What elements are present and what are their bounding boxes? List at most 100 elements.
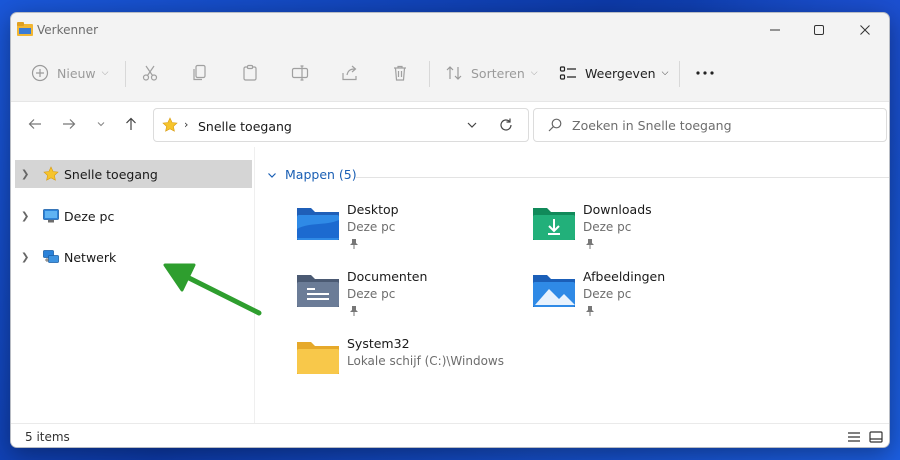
folder-name: Documenten xyxy=(347,269,428,284)
nav-item-quick-access[interactable]: ❯ Snelle toegang xyxy=(15,160,252,188)
chevron-right-icon[interactable]: ❯ xyxy=(21,252,39,263)
nav-item-label: Netwerk xyxy=(64,249,117,265)
sort-icon xyxy=(446,66,462,80)
folder-tile-pictures[interactable]: Afbeeldingen Deze pc xyxy=(531,269,761,331)
group-header-title: Mappen (5) xyxy=(285,167,357,182)
rename-icon xyxy=(291,65,309,81)
share-button[interactable] xyxy=(341,55,359,91)
nav-item-network[interactable]: ❯ Netwerk xyxy=(15,243,252,271)
group-header-folders[interactable]: Mappen (5) xyxy=(267,167,357,182)
view-button[interactable]: Weergeven ⌵ xyxy=(559,55,668,91)
chevron-down-icon xyxy=(97,122,105,127)
address-location[interactable]: Snelle toegang xyxy=(198,119,292,134)
cut-button[interactable] xyxy=(141,55,159,91)
folder-name: System32 xyxy=(347,336,410,351)
tiles-view-button[interactable] xyxy=(867,428,885,446)
copy-icon xyxy=(193,64,206,81)
toolbar-divider xyxy=(125,61,126,87)
star-icon xyxy=(43,166,61,182)
more-icon xyxy=(696,71,714,75)
star-icon xyxy=(162,117,178,132)
new-button[interactable]: Nieuw ⌵ xyxy=(31,55,109,91)
folder-name: Desktop xyxy=(347,202,399,217)
close-icon xyxy=(860,25,870,35)
folder-icon xyxy=(297,342,339,374)
pin-icon xyxy=(586,306,594,316)
arrow-up-icon xyxy=(126,117,136,130)
share-icon xyxy=(342,65,357,81)
maximize-button[interactable] xyxy=(797,13,841,47)
delete-icon xyxy=(394,65,406,81)
cut-icon xyxy=(142,65,158,81)
file-explorer-icon xyxy=(17,22,33,36)
chevron-right-icon[interactable]: ❯ xyxy=(21,169,39,180)
chevron-right-icon: › xyxy=(184,118,189,131)
pin-icon xyxy=(350,239,358,249)
search-box[interactable] xyxy=(533,108,887,142)
minimize-icon xyxy=(770,29,780,31)
view-icon xyxy=(559,66,576,80)
file-explorer-window: Verkenner Nieuw ⌵ Sorteren ⌵ Weergeven ⌵… xyxy=(10,12,890,448)
window-title: Verkenner xyxy=(37,23,99,37)
status-bar: 5 items xyxy=(11,423,889,447)
folder-location: Lokale schijf (C:)\Windows xyxy=(347,354,504,368)
folder-name: Downloads xyxy=(583,202,652,217)
search-input[interactable] xyxy=(572,109,872,141)
chevron-down-icon: ⌵ xyxy=(101,68,109,78)
more-options-button[interactable] xyxy=(695,55,715,91)
up-button[interactable] xyxy=(119,112,143,136)
sort-button-label: Sorteren xyxy=(471,65,525,81)
computer-icon xyxy=(43,208,61,224)
chevron-down-icon[interactable] xyxy=(466,119,478,131)
delete-button[interactable] xyxy=(391,55,409,91)
desktop-folder-icon xyxy=(297,208,339,240)
forward-button[interactable] xyxy=(57,112,81,136)
folder-tile-desktop[interactable]: Desktop Deze pc xyxy=(295,202,525,264)
title-bar: Verkenner xyxy=(11,13,889,47)
search-icon xyxy=(548,118,562,132)
new-button-label: Nieuw xyxy=(57,65,96,81)
rename-button[interactable] xyxy=(291,55,309,91)
folder-location: Deze pc xyxy=(583,287,632,301)
network-icon xyxy=(43,249,61,265)
chevron-down-icon xyxy=(268,172,276,178)
navigation-bar: › Snelle toegang xyxy=(11,101,889,147)
address-bar[interactable]: › Snelle toegang xyxy=(153,108,529,142)
group-divider xyxy=(355,177,889,178)
refresh-icon[interactable] xyxy=(498,117,514,133)
folder-name: Afbeeldingen xyxy=(583,269,666,284)
folder-location: Deze pc xyxy=(347,287,396,301)
back-button[interactable] xyxy=(23,112,47,136)
folder-location: Deze pc xyxy=(583,220,632,234)
close-button[interactable] xyxy=(843,13,887,47)
nav-item-label: Deze pc xyxy=(64,208,115,224)
chevron-down-icon: ⌵ xyxy=(661,68,669,78)
paste-button[interactable] xyxy=(241,55,259,91)
folder-tile-documents[interactable]: Documenten Deze pc xyxy=(295,269,525,331)
item-count: 5 items xyxy=(25,430,70,444)
nav-item-this-pc[interactable]: ❯ Deze pc xyxy=(15,202,252,230)
details-view-button[interactable] xyxy=(845,428,863,446)
chevron-down-icon: ⌵ xyxy=(530,68,538,78)
copy-button[interactable] xyxy=(191,55,209,91)
pin-icon xyxy=(350,306,358,316)
arrow-left-icon xyxy=(28,119,41,129)
pictures-folder-icon xyxy=(533,275,575,307)
details-view-icon xyxy=(848,432,860,442)
paste-icon xyxy=(243,64,257,81)
toolbar-divider xyxy=(679,61,680,87)
folder-tile-system32[interactable]: System32 Lokale schijf (C:)\Windows xyxy=(295,336,525,398)
minimize-button[interactable] xyxy=(753,13,797,47)
recent-locations-button[interactable] xyxy=(89,112,113,136)
content-area: ❯ Snelle toegang ❯ Deze pc ❯ Netwerk Map… xyxy=(11,147,889,423)
pin-icon xyxy=(586,239,594,249)
arrow-right-icon xyxy=(63,119,76,129)
folder-location: Deze pc xyxy=(347,220,396,234)
navigation-pane: ❯ Snelle toegang ❯ Deze pc ❯ Netwerk xyxy=(11,147,255,423)
command-bar: Nieuw ⌵ Sorteren ⌵ Weergeven ⌵ xyxy=(11,55,889,99)
sort-button[interactable]: Sorteren ⌵ xyxy=(445,55,538,91)
folder-tile-downloads[interactable]: Downloads Deze pc xyxy=(531,202,761,264)
downloads-folder-icon xyxy=(533,208,575,240)
chevron-right-icon[interactable]: ❯ xyxy=(21,211,39,222)
view-button-label: Weergeven xyxy=(585,65,656,81)
